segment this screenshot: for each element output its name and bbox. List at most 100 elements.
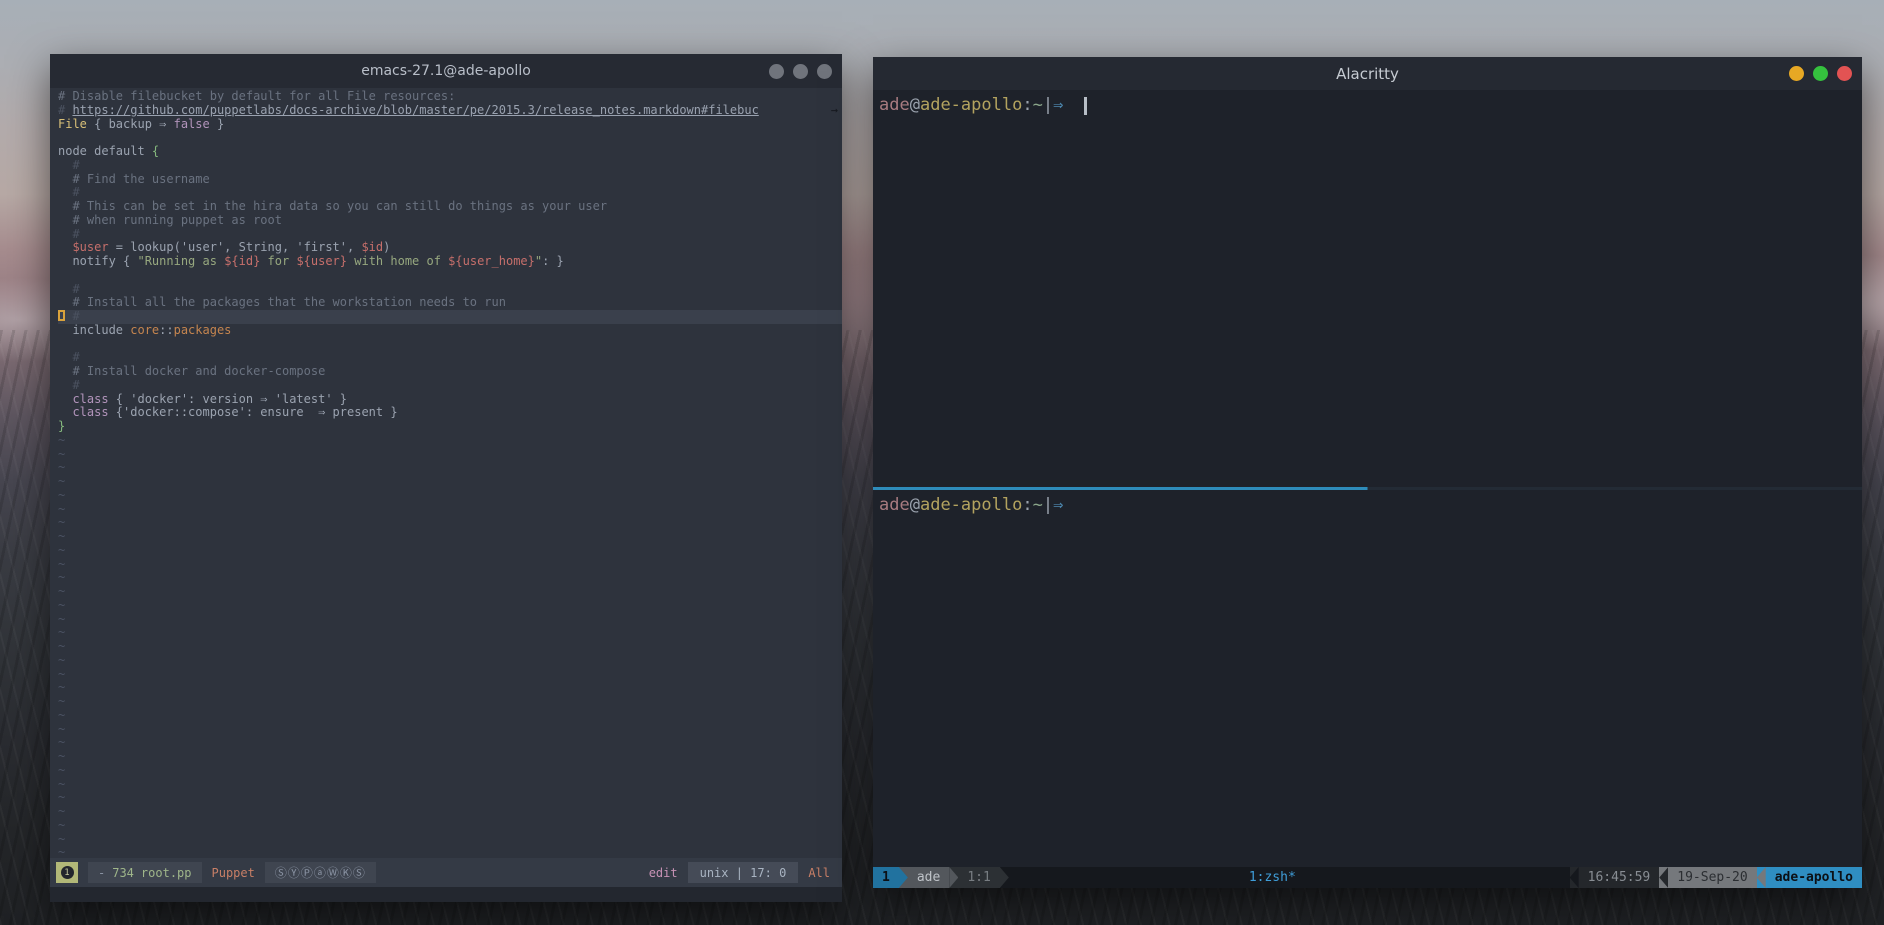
powerline-arrow-icon	[949, 867, 958, 888]
tilde-marker: ~	[58, 515, 65, 529]
tilde-marker: ~	[58, 474, 65, 488]
tilde-marker: ~	[58, 777, 65, 791]
buffer-filename: root.pp	[141, 866, 192, 880]
tmux-window-list[interactable]: 1:zsh*	[1249, 867, 1296, 888]
code-token: # Disable filebucket by default for all …	[58, 89, 455, 103]
buffer-info-box: - 734 root.pp	[88, 862, 202, 883]
code-token: ${user_home}	[448, 254, 535, 268]
tilde-marker: ~	[58, 680, 65, 694]
alacritty-titlebar[interactable]: Alacritty	[873, 57, 1862, 90]
buffer-line	[58, 269, 842, 283]
maximize-button-icon[interactable]	[1813, 66, 1828, 81]
code-token: # Install all the packages that the work…	[58, 295, 506, 309]
code-token: ${user}	[296, 254, 347, 268]
tmux-pane-bottom[interactable]: ade@ade-apollo:~|⇒	[873, 490, 1862, 867]
prompt-token: @	[910, 495, 920, 515]
empty-line-tilde: ~	[58, 736, 842, 750]
code-token: #	[58, 185, 80, 199]
empty-line-tilde: ~	[58, 709, 842, 723]
tilde-marker: ~	[58, 845, 65, 858]
empty-line-tilde: ~	[58, 530, 842, 544]
empty-line-tilde: ~	[58, 723, 842, 737]
tilde-marker: ~	[58, 502, 65, 516]
empty-line-tilde: ~	[58, 489, 842, 503]
window-button-icon[interactable]	[769, 64, 784, 79]
alacritty-window-title: Alacritty	[1336, 65, 1399, 83]
window-button-icon[interactable]	[817, 64, 832, 79]
empty-line-tilde: ~	[58, 764, 842, 778]
empty-line-tilde: ~	[58, 778, 842, 792]
buffer-line: notify { "Running as ${id} for ${user} w…	[58, 255, 842, 269]
tmux-segment-ade[interactable]: ade	[908, 867, 949, 888]
emacs-buffer[interactable]: # Disable filebucket by default for all …	[50, 88, 842, 858]
buffer-line: # Install all the packages that the work…	[58, 296, 842, 310]
emacs-echo-area[interactable]	[50, 887, 842, 902]
empty-line-tilde: ~	[58, 654, 842, 668]
code-token: #	[58, 378, 80, 392]
tilde-marker: ~	[58, 543, 65, 557]
code-token: : }	[542, 254, 564, 268]
code-token: {	[152, 144, 159, 158]
tilde-marker: ~	[58, 625, 65, 639]
code-token: {'docker::compose': ensure ⇒ present }	[109, 405, 398, 419]
code-token: node default	[58, 144, 152, 158]
tmux-pane-top[interactable]: ade@ade-apollo:~|⇒	[873, 90, 1862, 487]
tmux-segment-16-45-59[interactable]: 16:45:59	[1579, 867, 1660, 888]
tilde-marker: ~	[58, 598, 65, 612]
tmux-segment-19-sep-20[interactable]: 19-Sep-20	[1668, 867, 1756, 888]
code-token: with home of	[347, 254, 448, 268]
empty-line-tilde: ~	[58, 695, 842, 709]
powerline-arrow-icon	[899, 867, 908, 888]
scroll-position-label: All	[808, 866, 830, 880]
code-token: # when running puppet as root	[58, 213, 282, 227]
tmux-status-bar: 1 ade 1:1 1:zsh* 16:45:59 19-Sep-20 ade-apol…	[873, 867, 1862, 888]
code-token: # This can be set in the hira data so yo…	[58, 199, 607, 213]
code-token: notify {	[58, 254, 137, 268]
buffer-line	[58, 338, 842, 352]
tilde-marker: ~	[58, 570, 65, 584]
circled-number-icon: 1	[61, 866, 74, 879]
code-token: $id	[361, 240, 383, 254]
major-mode-label[interactable]: Puppet	[212, 866, 255, 880]
minimize-button-icon[interactable]	[1789, 66, 1804, 81]
line-truncation-icon: →	[831, 104, 838, 118]
code-token: class	[58, 392, 109, 406]
emacs-titlebar-buttons	[769, 54, 832, 88]
tilde-marker: ~	[58, 529, 65, 543]
code-token	[58, 240, 72, 254]
tilde-marker: ~	[58, 749, 65, 763]
empty-line-tilde: ~	[58, 750, 842, 764]
empty-line-tilde: ~	[58, 626, 842, 640]
prompt-token: @	[910, 95, 920, 115]
empty-line-tilde: ~	[58, 558, 842, 572]
empty-line-tilde: ~	[58, 434, 842, 448]
code-token: #	[58, 227, 80, 241]
buffer-line: # when running puppet as root	[58, 214, 842, 228]
tilde-marker: ~	[58, 612, 65, 626]
code-token: { backup ⇒	[87, 117, 174, 131]
buffer-size: 734	[112, 866, 134, 880]
tilde-marker: ~	[58, 735, 65, 749]
code-token: https://github.com/puppetlabs/docs-archi…	[72, 103, 758, 117]
emacs-window-title: emacs-27.1@ade-apollo	[361, 63, 531, 79]
tmux-segment-1[interactable]: 1	[873, 867, 899, 888]
code-token: File	[58, 117, 87, 131]
code-token: #	[58, 350, 80, 364]
tmux-segment-1-1[interactable]: 1:1	[958, 867, 999, 888]
emacs-titlebar[interactable]: emacs-27.1@ade-apollo	[50, 54, 842, 88]
tilde-marker: ~	[58, 653, 65, 667]
emacs-window: emacs-27.1@ade-apollo # Disable filebuck…	[50, 54, 842, 902]
empty-line-tilde: ~	[58, 503, 842, 517]
code-token: # Install docker and docker-compose	[58, 364, 325, 378]
close-button-icon[interactable]	[1837, 66, 1852, 81]
window-button-icon[interactable]	[793, 64, 808, 79]
code-token: class	[58, 405, 109, 419]
tilde-marker: ~	[58, 763, 65, 777]
buffer-line: #	[58, 159, 842, 173]
tmux-segment-ade-apollo[interactable]: ade-apollo	[1766, 867, 1862, 888]
empty-line-tilde: ~	[58, 516, 842, 530]
empty-line-tilde: ~	[58, 613, 842, 627]
code-token: "Running as	[137, 254, 224, 268]
empty-line-tilde: ~	[58, 833, 842, 847]
code-token: }	[58, 419, 65, 433]
